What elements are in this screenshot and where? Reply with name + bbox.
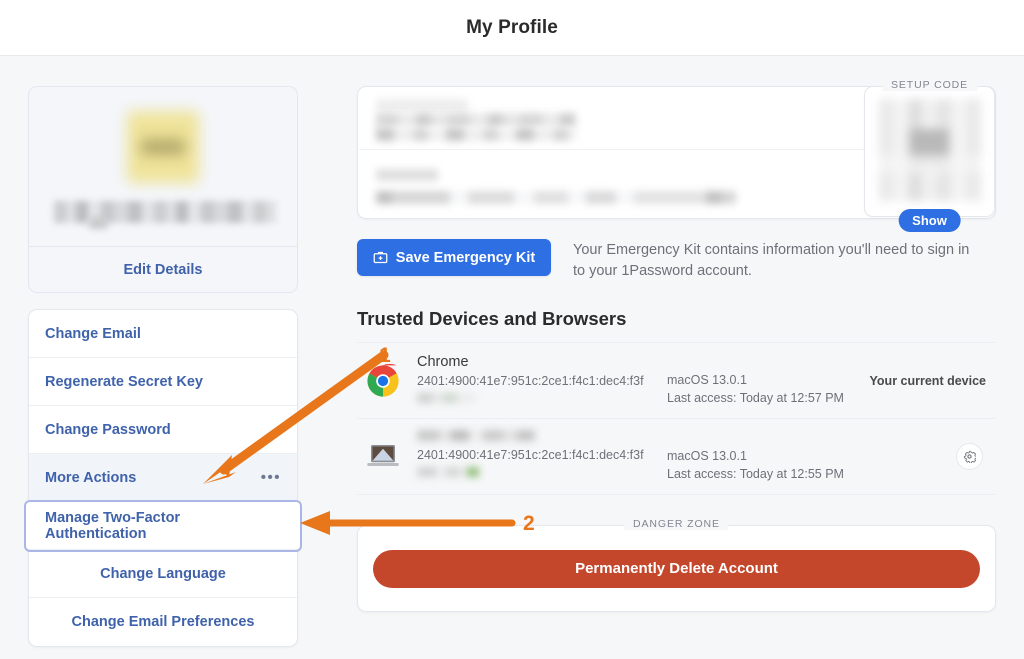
action-label: Manage Two-Factor Authentication [45,510,281,542]
profile-card: Edit Details [28,86,298,293]
left-column: Edit Details Change Email Regenerate Sec… [28,86,298,659]
save-emergency-kit-button[interactable]: Save Emergency Kit [357,239,551,276]
action-change-password[interactable]: Change Password [29,406,297,454]
device-last-access: Last access: Today at 12:55 PM [667,465,942,483]
device-ip: 2401:4900:41e7:951c:2ce1:f4c1:dec4:f3f [417,447,667,464]
page-title: My Profile [466,17,558,39]
profile-name-redacted-line2 [89,217,107,229]
action-label: Change Email Preferences [72,614,255,630]
page-header: My Profile [0,0,1024,56]
device-name: Chrome [417,354,667,373]
account-actions-card: Change Email Regenerate Secret Key Chang… [28,309,298,647]
table-row[interactable]: Chrome 2401:4900:41e7:951c:2ce1:f4c1:dec… [357,343,996,419]
device-details: Chrome 2401:4900:41e7:951c:2ce1:f4c1:dec… [417,354,856,407]
action-label: Change Language [100,566,226,582]
device-name-redacted [417,430,535,441]
device-ip: 2401:4900:41e7:951c:2ce1:f4c1:dec4:f3f [417,373,667,390]
qr-code-icon [879,99,981,201]
setup-code-panel: SETUP CODE Show [864,86,995,217]
avatar [127,111,199,183]
emergency-kit-row: Save Emergency Kit Your Emergency Kit co… [357,239,996,282]
account-detail-redacted [376,128,576,141]
trusted-devices-list: Chrome 2401:4900:41e7:951c:2ce1:f4c1:dec… [357,342,996,495]
permanently-delete-account-button[interactable]: Permanently Delete Account [373,550,980,588]
action-change-email-preferences[interactable]: Change Email Preferences [29,598,297,646]
gear-icon [963,450,976,463]
device-last-access: Last access: Today at 12:57 PM [667,389,856,407]
action-more-actions[interactable]: More Actions ••• [29,454,297,502]
profile-page: My Profile Edit Details Change Email Reg… [0,0,1024,659]
action-manage-two-factor-authentication[interactable]: Manage Two-Factor Authentication [26,502,300,550]
account-name-redacted [376,99,468,112]
danger-zone: DANGER ZONE Permanently Delete Account [357,525,996,612]
setup-code-legend: SETUP CODE [882,79,977,91]
account-email-redacted [376,113,576,127]
emergency-kit-description: Your Emergency Kit contains information … [573,239,983,282]
device-os: macOS 13.0.1 [667,447,942,465]
device-os: macOS 13.0.1 [667,371,856,389]
device-location-redacted [417,393,475,403]
profile-card-body [29,87,297,246]
table-row[interactable]: 2401:4900:41e7:951c:2ce1:f4c1:dec4:f3f m… [357,419,996,495]
action-label: Change Password [45,422,171,438]
action-change-email[interactable]: Change Email [29,310,297,358]
show-setup-code-button[interactable]: Show [898,209,961,232]
account-values-redacted [376,191,736,204]
account-label-redacted [376,169,438,181]
action-label: More Actions [45,470,136,486]
status-badge: Your current device [870,374,992,388]
device-location-redacted [417,467,479,477]
trusted-devices-title: Trusted Devices and Browsers [357,308,996,330]
macbook-icon [363,437,403,477]
danger-zone-legend: DANGER ZONE [624,518,729,530]
ellipsis-icon[interactable]: ••• [261,469,281,486]
chrome-icon [363,361,403,401]
first-aid-kit-icon [373,250,388,265]
edit-details-button[interactable]: Edit Details [29,247,297,292]
action-label: Regenerate Secret Key [45,374,203,390]
device-settings-button[interactable] [956,443,983,470]
action-change-language[interactable]: Change Language [29,550,297,598]
device-details: 2401:4900:41e7:951c:2ce1:f4c1:dec4:f3f m… [417,430,942,483]
profile-name-redacted [54,201,276,223]
action-regenerate-secret-key[interactable]: Regenerate Secret Key [29,358,297,406]
save-emergency-kit-label: Save Emergency Kit [396,250,535,266]
action-label: Change Email [45,326,141,342]
